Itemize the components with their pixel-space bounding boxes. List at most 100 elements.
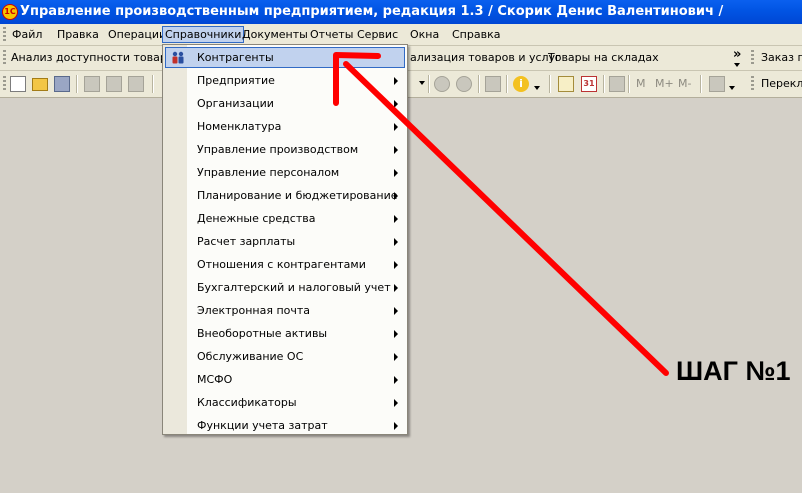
- submenu-arrow-icon: [394, 77, 398, 85]
- menu-item[interactable]: Организации: [165, 93, 405, 114]
- menu-service[interactable]: Сервис: [356, 27, 399, 42]
- panel-stock[interactable]: Товары на складах: [548, 51, 659, 64]
- switch-button[interactable]: Перекл: [761, 77, 802, 93]
- submenu-arrow-icon: [394, 123, 398, 131]
- menu-bar: Файл Правка Операции Справочники Докумен…: [0, 24, 802, 46]
- submenu-arrow-icon: [394, 169, 398, 177]
- toolbar-separator: [478, 75, 480, 93]
- panel-overflow-chevron[interactable]: »: [733, 47, 741, 62]
- panel-sales[interactable]: ализация товаров и услуг: [410, 51, 561, 64]
- menu-item-label: Управление персоналом: [197, 166, 340, 179]
- submenu-arrow-icon: [394, 307, 398, 315]
- submenu-arrow-icon: [394, 399, 398, 407]
- menu-item[interactable]: Функции учета затрат: [165, 415, 405, 436]
- app-1c-icon[interactable]: 1С: [2, 4, 18, 20]
- menu-item[interactable]: Отношения с контрагентами: [165, 254, 405, 275]
- submenu-arrow-icon: [394, 353, 398, 361]
- people-icon: [171, 51, 185, 65]
- open-folder-icon[interactable]: [32, 78, 48, 91]
- save-icon[interactable]: [54, 76, 70, 92]
- tools-dropdown-icon[interactable]: [729, 86, 735, 90]
- menu-item[interactable]: Предприятие: [165, 70, 405, 91]
- menu-documents[interactable]: Документы: [241, 27, 309, 42]
- back-icon[interactable]: [434, 76, 450, 92]
- copy-icon[interactable]: [106, 76, 122, 92]
- windows-icon[interactable]: [485, 76, 501, 92]
- menu-item[interactable]: Электронная почта: [165, 300, 405, 321]
- submenu-arrow-icon: [394, 192, 398, 200]
- menu-item[interactable]: Управление персоналом: [165, 162, 405, 183]
- panelbar-grip[interactable]: [3, 50, 6, 66]
- combo-dropdown-icon[interactable]: [419, 81, 425, 85]
- new-document-icon[interactable]: [10, 76, 26, 92]
- step-label: ШАГ №1: [676, 356, 791, 386]
- memory-store-button[interactable]: M: [636, 77, 646, 93]
- menu-item-label: Бухгалтерский и налоговый учет: [197, 281, 391, 294]
- menu-references[interactable]: Справочники: [162, 26, 245, 43]
- forward-icon[interactable]: [456, 76, 472, 92]
- info-dropdown-icon[interactable]: [534, 86, 540, 90]
- panel-overflow-dropdown-icon[interactable]: [734, 63, 740, 67]
- menu-item-label: Планирование и бюджетирование: [197, 189, 398, 202]
- menu-item-label: Организации: [197, 97, 274, 110]
- menu-item-label: Денежные средства: [197, 212, 316, 225]
- toolbar-separator: [76, 75, 78, 93]
- toolbar-separator: [628, 75, 630, 93]
- menubar-grip[interactable]: [3, 27, 6, 42]
- cut-icon[interactable]: [84, 76, 100, 92]
- references-menu: Контрагенты Предприятие Организации Номенкл…: [162, 44, 408, 435]
- toolbar-separator: [152, 75, 154, 93]
- menu-edit[interactable]: Правка: [56, 27, 100, 42]
- paste-icon[interactable]: [128, 76, 144, 92]
- menu-item[interactable]: МСФО: [165, 369, 405, 390]
- menu-help[interactable]: Справка: [451, 27, 501, 42]
- menu-item[interactable]: Внеоборотные активы: [165, 323, 405, 344]
- memory-subtract-button[interactable]: M-: [678, 77, 691, 93]
- menu-item[interactable]: Классификаторы: [165, 392, 405, 413]
- menu-item-label: Предприятие: [197, 74, 275, 87]
- info-icon[interactable]: i: [513, 76, 529, 92]
- menu-reports[interactable]: Отчеты: [309, 27, 354, 42]
- submenu-arrow-icon: [394, 261, 398, 269]
- menu-file[interactable]: Файл: [11, 27, 43, 42]
- menu-item-label: Номенклатура: [197, 120, 282, 133]
- menu-item-label: Классификаторы: [197, 396, 297, 409]
- submenu-arrow-icon: [394, 376, 398, 384]
- window-title: Управление производственным предприятием…: [20, 4, 724, 19]
- submenu-arrow-icon: [394, 238, 398, 246]
- menu-item-label: МСФО: [197, 373, 233, 386]
- menu-item-label: Электронная почта: [197, 304, 311, 317]
- toolbar-separator: [428, 75, 430, 93]
- menu-item[interactable]: Денежные средства: [165, 208, 405, 229]
- menu-item[interactable]: Расчет зарплаты: [165, 231, 405, 252]
- title-bar: 1С Управление производственным предприят…: [0, 0, 802, 24]
- menu-item-label: Контрагенты: [197, 51, 274, 64]
- calculator-icon[interactable]: [558, 76, 574, 92]
- menu-item[interactable]: Управление производством: [165, 139, 405, 160]
- submenu-arrow-icon: [394, 422, 398, 430]
- toolbar-grip[interactable]: [3, 76, 6, 92]
- menu-item[interactable]: Контрагенты: [165, 47, 405, 68]
- toolbar-separator: [700, 75, 702, 93]
- toolbar-separator: [506, 75, 508, 93]
- panelbar-grip-2[interactable]: [751, 50, 754, 66]
- menu-item[interactable]: Обслуживание ОС: [165, 346, 405, 367]
- menu-item[interactable]: Планирование и бюджетирование: [165, 185, 405, 206]
- clock-icon[interactable]: [609, 76, 625, 92]
- panel-order[interactable]: Заказ по: [761, 51, 802, 64]
- tools-icon[interactable]: [709, 76, 725, 92]
- menu-item[interactable]: Бухгалтерский и налоговый учет: [165, 277, 405, 298]
- submenu-arrow-icon: [394, 330, 398, 338]
- memory-add-button[interactable]: M+: [655, 77, 674, 93]
- menu-operations[interactable]: Операции: [107, 27, 167, 42]
- menu-item-label: Расчет зарплаты: [197, 235, 296, 248]
- calendar-icon[interactable]: 31: [581, 76, 597, 92]
- menu-item-label: Обслуживание ОС: [197, 350, 304, 363]
- submenu-arrow-icon: [394, 284, 398, 292]
- toolbar-separator: [603, 75, 605, 93]
- menu-item[interactable]: Номенклатура: [165, 116, 405, 137]
- submenu-arrow-icon: [394, 215, 398, 223]
- menu-windows[interactable]: Окна: [409, 27, 440, 42]
- toolbar-grip-2[interactable]: [751, 76, 754, 92]
- menu-item-label: Функции учета затрат: [197, 419, 328, 432]
